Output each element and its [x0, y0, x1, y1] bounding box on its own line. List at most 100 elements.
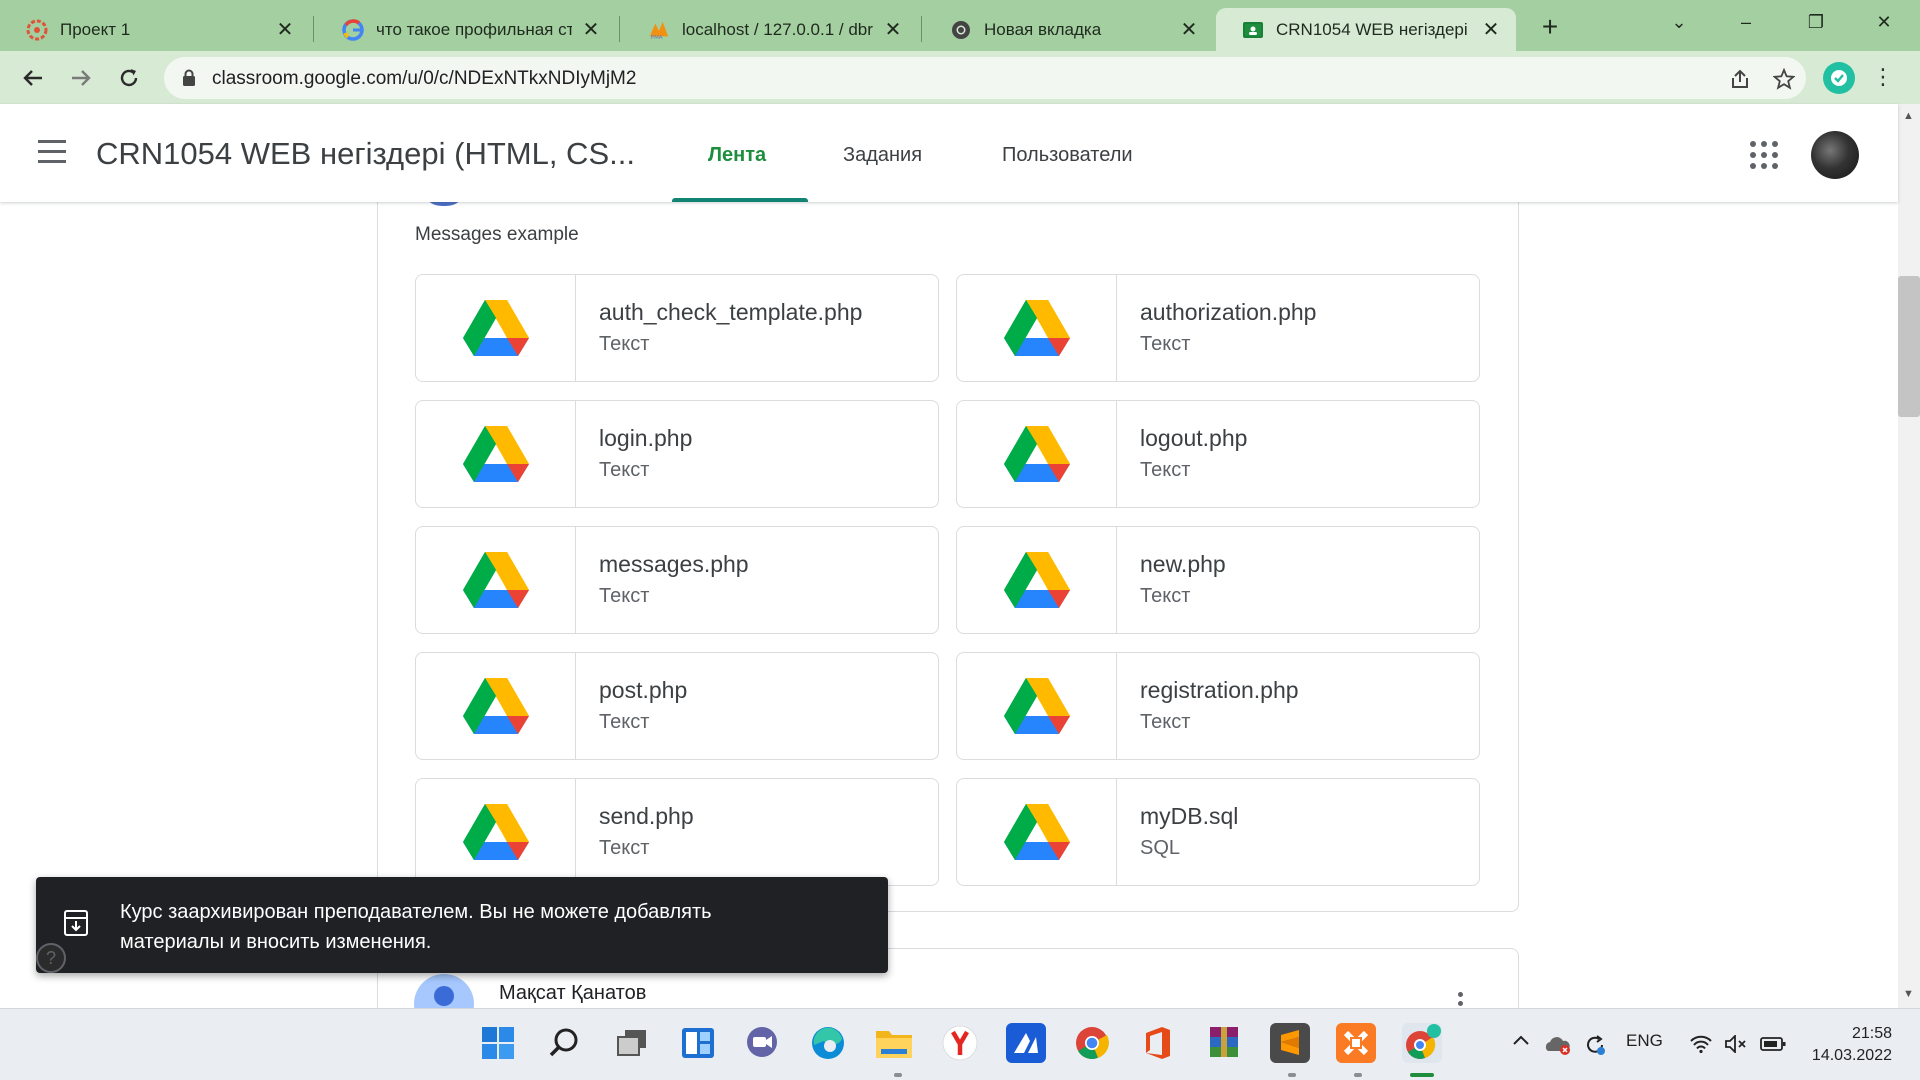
tab-search-button[interactable]: ⌄ [1659, 6, 1699, 38]
google-drive-icon [957, 275, 1117, 381]
back-arrow-icon[interactable] [16, 61, 50, 95]
xampp-icon[interactable] [1336, 1023, 1376, 1063]
extension-profile-icon[interactable] [1823, 62, 1855, 94]
attachment-card[interactable]: login.php Текст [415, 400, 939, 508]
browser-tab-3[interactable]: PMA localhost / 127.0.0.1 / dbr ✕ [622, 8, 918, 51]
attachment-card[interactable]: messages.php Текст [415, 526, 939, 634]
bookmark-star-icon[interactable] [1771, 66, 1797, 92]
snackbar-message: Курс заархивирован преподавателем. Вы не… [120, 897, 860, 957]
tab-people[interactable]: Пользователи [1002, 144, 1133, 167]
tab-separator [313, 16, 314, 42]
project-favicon-icon [26, 19, 48, 41]
tab-classwork[interactable]: Задания [843, 144, 922, 167]
clock-time: 21:58 [1851, 1025, 1892, 1042]
attachment-name[interactable]: post.php [599, 677, 687, 704]
winrar-icon[interactable] [1204, 1023, 1244, 1063]
classroom-icon [1242, 19, 1264, 41]
edge-browser-icon[interactable] [808, 1023, 848, 1063]
tab-title: Проект 1 [60, 19, 131, 39]
attachment-name[interactable]: new.php [1140, 551, 1226, 578]
sublime-text-icon[interactable] [1270, 1023, 1310, 1063]
tab-stream[interactable]: Лента [708, 144, 766, 167]
speaker-muted-icon[interactable] [1724, 1033, 1748, 1058]
forward-arrow-icon[interactable] [64, 61, 98, 95]
address-bar[interactable]: classroom.google.com/u/0/c/NDExNTkxNDIyM… [164, 57, 1806, 99]
browser-tab-5-active[interactable]: CRN1054 WEB негіздері ( ✕ [1216, 8, 1516, 51]
onedrive-error-icon[interactable] [1544, 1035, 1572, 1060]
search-icon[interactable] [544, 1023, 584, 1063]
restore-button[interactable]: ❐ [1796, 6, 1836, 38]
running-indicator [1288, 1073, 1296, 1077]
attachment-card[interactable]: authorization.php Текст [956, 274, 1480, 382]
language-indicator[interactable]: ENG [1626, 1031, 1663, 1051]
attachment-card[interactable]: new.php Текст [956, 526, 1480, 634]
help-icon[interactable]: ? [36, 943, 66, 973]
attachment-name[interactable]: login.php [599, 425, 692, 452]
battery-icon[interactable] [1760, 1036, 1786, 1057]
author-name[interactable]: Мақсат Қанатов [499, 982, 646, 1005]
office-icon[interactable] [1138, 1023, 1178, 1063]
tab-close-icon[interactable]: ✕ [274, 19, 296, 41]
attachment-card[interactable]: post.php Текст [415, 652, 939, 760]
file-explorer-icon[interactable] [874, 1023, 914, 1063]
browser-tab-2[interactable]: что такое профильная ст ✕ [316, 8, 616, 51]
reload-icon[interactable] [112, 61, 146, 95]
google-drive-icon [957, 527, 1117, 633]
attachment-name[interactable]: authorization.php [1140, 299, 1316, 326]
browser-menu-icon[interactable]: ⋮ [1872, 63, 1894, 91]
user-avatar[interactable] [1811, 131, 1859, 179]
widgets-icon[interactable] [678, 1023, 718, 1063]
active-tab-indicator [672, 198, 808, 202]
show-hidden-icons-chevron-icon[interactable] [1512, 1031, 1530, 1051]
google-drive-icon [416, 527, 576, 633]
attachment-card[interactable]: myDB.sql SQL [956, 778, 1480, 886]
wifi-icon[interactable] [1690, 1035, 1712, 1058]
main-menu-icon[interactable] [38, 140, 70, 166]
yandex-browser-icon[interactable] [940, 1023, 980, 1063]
google-drive-icon [416, 275, 576, 381]
attachment-card[interactable]: auth_check_template.php Текст [415, 274, 939, 382]
attachment-name[interactable]: send.php [599, 803, 694, 830]
google-apps-icon[interactable] [1750, 141, 1778, 169]
new-tab-button[interactable]: + [1534, 12, 1566, 44]
tab-separator [619, 16, 620, 42]
lock-icon[interactable] [182, 69, 196, 92]
attachment-card[interactable]: send.php Текст [415, 778, 939, 886]
share-icon[interactable] [1727, 66, 1753, 92]
close-window-button[interactable]: ✕ [1864, 6, 1904, 38]
browser-tab-1[interactable]: Проект 1 ✕ [0, 8, 310, 51]
windows-start-icon[interactable] [478, 1023, 518, 1063]
url-text[interactable]: classroom.google.com/u/0/c/NDExNTkxNDIyM… [212, 68, 636, 90]
attachment-card[interactable]: logout.php Текст [956, 400, 1480, 508]
archive-icon [63, 909, 89, 942]
teams-chat-icon[interactable] [742, 1023, 782, 1063]
sync-icon[interactable] [1583, 1033, 1607, 1062]
code-editor-icon[interactable] [1006, 1023, 1046, 1063]
attachment-type: Текст [599, 459, 650, 481]
tab-title: Новая вкладка [984, 19, 1102, 39]
chrome-profile-icon[interactable] [1402, 1023, 1442, 1063]
tab-separator [921, 16, 922, 42]
tab-close-icon[interactable]: ✕ [882, 19, 904, 41]
attachment-name[interactable]: auth_check_template.php [599, 299, 862, 326]
scrollbar-thumb[interactable] [1898, 276, 1920, 417]
course-title[interactable]: CRN1054 WEB негіздері (HTML, CS... [96, 136, 635, 172]
scroll-up-arrow-icon[interactable]: ▲ [1903, 110, 1914, 122]
attachment-name[interactable]: myDB.sql [1140, 803, 1238, 830]
chrome-icon[interactable] [1072, 1023, 1112, 1063]
page-scrollbar[interactable] [1898, 104, 1920, 1008]
tab-close-icon[interactable]: ✕ [1480, 19, 1502, 41]
tab-close-icon[interactable]: ✕ [1178, 19, 1200, 41]
attachment-card[interactable]: registration.php Текст [956, 652, 1480, 760]
attachment-name[interactable]: messages.php [599, 551, 749, 578]
browser-tab-4[interactable]: Новая вкладка ✕ [924, 8, 1214, 51]
attachment-name[interactable]: logout.php [1140, 425, 1247, 452]
task-view-icon[interactable] [612, 1023, 652, 1063]
google-drive-icon [416, 653, 576, 759]
attachment-name[interactable]: registration.php [1140, 677, 1299, 704]
running-indicator [894, 1073, 902, 1077]
scroll-down-arrow-icon[interactable]: ▼ [1903, 988, 1914, 1000]
system-clock[interactable]: 21:58 14.03.2022 [1802, 1023, 1892, 1067]
minimize-button[interactable]: – [1726, 6, 1766, 38]
tab-close-icon[interactable]: ✕ [580, 19, 602, 41]
